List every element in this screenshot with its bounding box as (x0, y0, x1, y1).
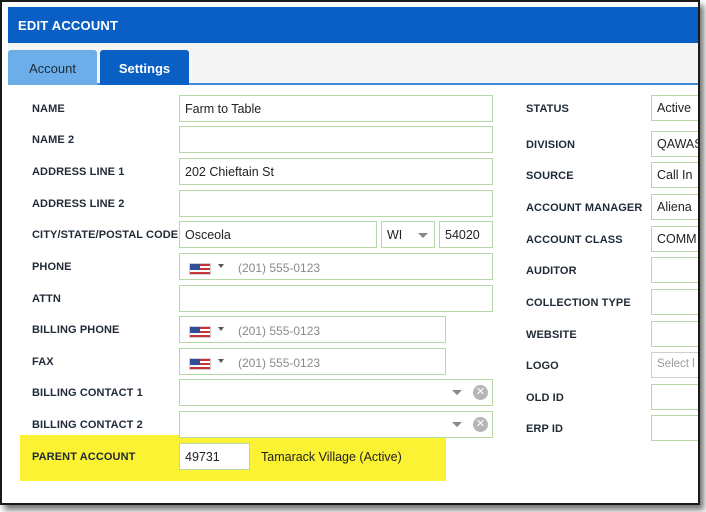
address2-field[interactable] (179, 190, 493, 217)
billing-contact1-label: BILLING CONTACT 1 (32, 387, 143, 399)
clear-icon[interactable]: ✕ (473, 417, 488, 432)
edit-account-dialog: EDIT ACCOUNT Account Settings NAME Farm … (0, 0, 700, 505)
auditor-label: AUDITOR (526, 265, 577, 277)
name-field[interactable]: Farm to Table (179, 95, 493, 122)
logo-select[interactable]: Select l (651, 352, 698, 378)
source-select[interactable]: Call In (651, 162, 698, 188)
account-manager-label: ACCOUNT MANAGER (526, 202, 643, 214)
auditor-field[interactable] (651, 257, 698, 283)
chevron-down-icon (452, 390, 462, 395)
parent-account-id-field[interactable]: 49731 (179, 443, 250, 470)
account-form: NAME Farm to Table NAME 2 ADDRESS LINE 1… (8, 87, 698, 503)
postal-code-field[interactable]: 54020 (439, 221, 493, 248)
name2-label: NAME 2 (32, 134, 75, 146)
city-state-postal-label: CITY/STATE/POSTAL CODE (32, 229, 179, 241)
fax-label: FAX (32, 356, 54, 368)
chevron-down-icon (218, 264, 224, 268)
address1-field[interactable]: 202 Chieftain St (179, 158, 493, 185)
parent-account-name: Tamarack Village (Active) (261, 450, 402, 464)
fax-placeholder: (201) 555-0123 (238, 356, 321, 370)
billing-phone-placeholder: (201) 555-0123 (238, 324, 321, 338)
billing-phone-label: BILLING PHONE (32, 324, 120, 336)
logo-label: LOGO (526, 360, 559, 372)
old-id-label: OLD ID (526, 392, 564, 404)
us-flag-icon[interactable] (189, 358, 211, 370)
attn-field[interactable] (179, 285, 493, 312)
billing-phone-field[interactable]: (201) 555-0123 (179, 316, 446, 343)
chevron-down-icon (218, 359, 224, 363)
old-id-field[interactable] (651, 384, 698, 410)
erp-id-label: ERP ID (526, 423, 564, 435)
fax-field[interactable]: (201) 555-0123 (179, 348, 446, 375)
tab-account[interactable]: Account (8, 50, 97, 85)
account-manager-select[interactable]: Aliena (651, 194, 698, 220)
name2-field[interactable] (179, 126, 493, 153)
source-label: SOURCE (526, 170, 574, 182)
division-select[interactable]: QAWAS (651, 131, 698, 157)
billing-contact1-select[interactable]: ✕ (179, 379, 493, 406)
status-select[interactable]: Active (651, 95, 698, 121)
billing-contact2-select[interactable]: ✕ (179, 411, 493, 438)
phone-placeholder: (201) 555-0123 (238, 261, 321, 275)
address2-label: ADDRESS LINE 2 (32, 198, 125, 210)
erp-id-field[interactable] (651, 415, 698, 441)
website-label: WEBSITE (526, 329, 577, 341)
clear-icon[interactable]: ✕ (473, 385, 488, 400)
name-label: NAME (32, 103, 65, 115)
phone-field[interactable]: (201) 555-0123 (179, 253, 493, 280)
account-class-select[interactable]: COMM (651, 226, 698, 252)
status-label: STATUS (526, 103, 569, 115)
chevron-down-icon (218, 327, 224, 331)
state-value: WI (387, 228, 403, 242)
collection-type-select[interactable] (651, 289, 698, 315)
state-select[interactable]: WI (381, 221, 435, 248)
dialog-title: EDIT ACCOUNT (8, 7, 698, 43)
tab-bar: Account Settings (8, 43, 698, 85)
us-flag-icon[interactable] (189, 326, 211, 338)
chevron-down-icon (452, 422, 462, 427)
billing-contact2-label: BILLING CONTACT 2 (32, 419, 143, 431)
website-field[interactable] (651, 321, 698, 347)
division-label: DIVISION (526, 139, 576, 151)
phone-label: PHONE (32, 261, 72, 273)
city-field[interactable]: Osceola (179, 221, 377, 248)
us-flag-icon[interactable] (189, 263, 211, 275)
attn-label: ATTN (32, 293, 61, 305)
parent-account-label: PARENT ACCOUNT (32, 451, 136, 463)
tab-settings[interactable]: Settings (100, 50, 189, 85)
account-class-label: ACCOUNT CLASS (526, 234, 623, 246)
collection-type-label: COLLECTION TYPE (526, 297, 631, 309)
chevron-down-icon (418, 233, 428, 238)
address1-label: ADDRESS LINE 1 (32, 166, 125, 178)
